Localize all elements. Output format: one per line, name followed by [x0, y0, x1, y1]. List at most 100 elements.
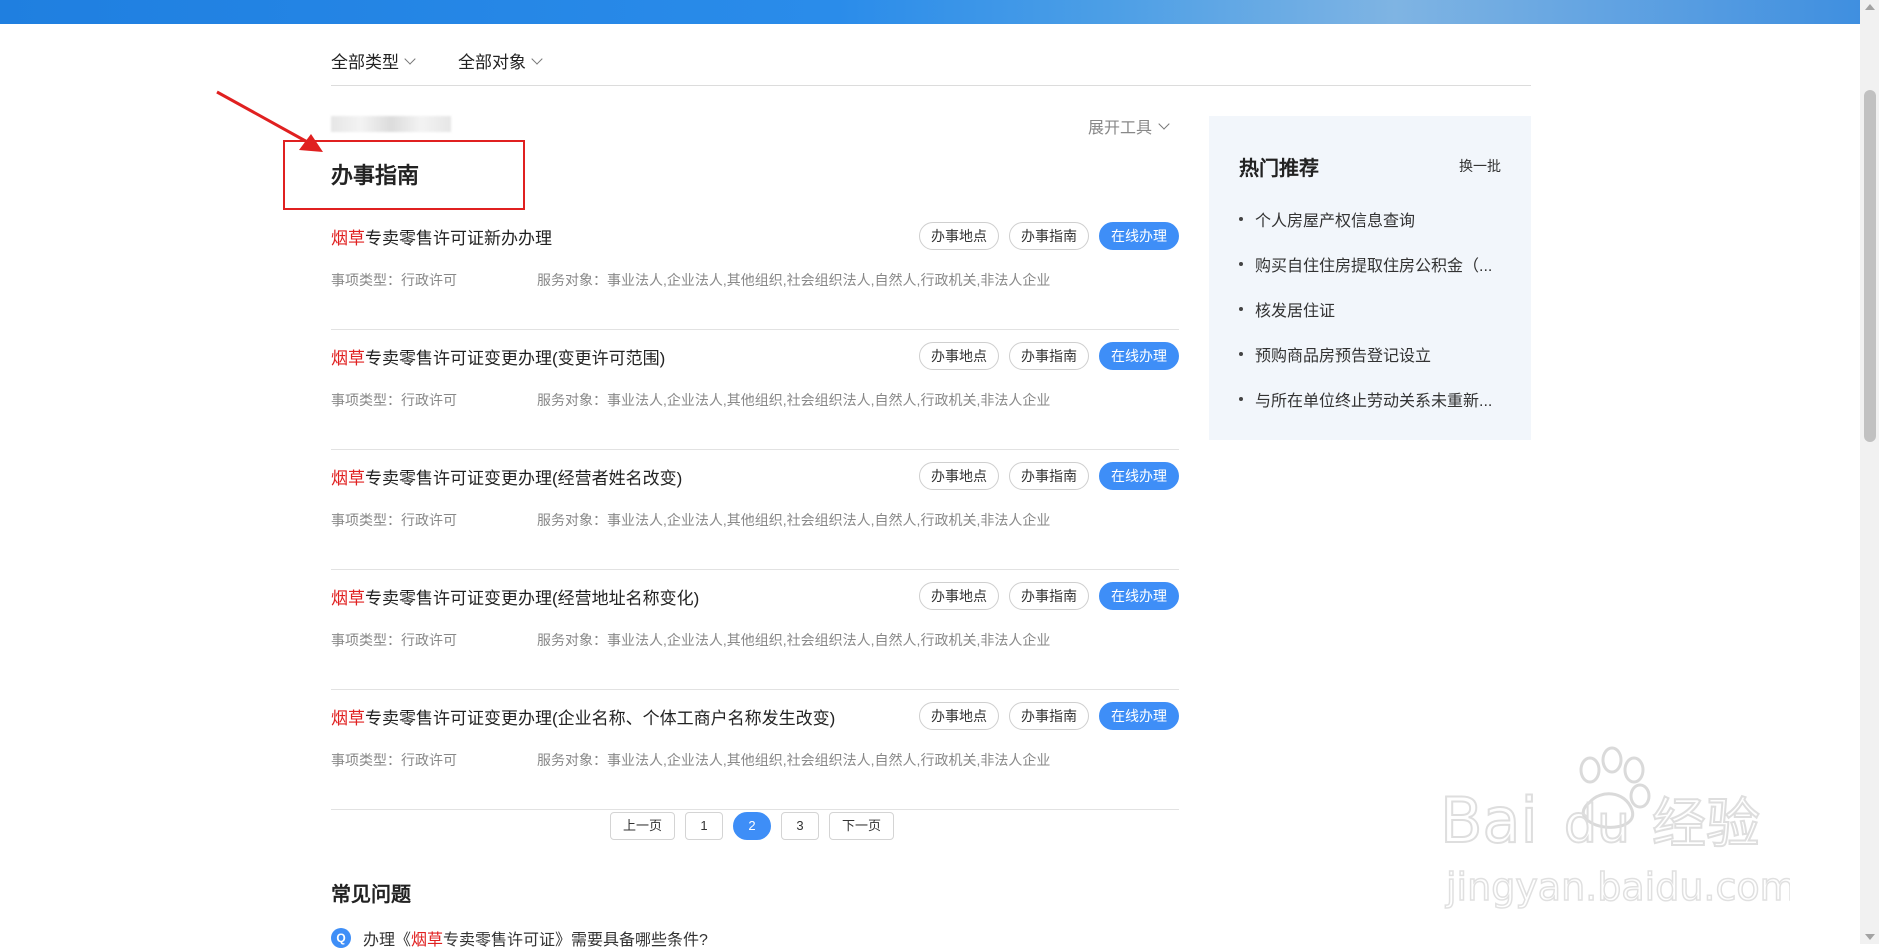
item-title-text: 专卖零售许可证变更办理(经营者姓名改变) — [365, 469, 683, 488]
item-title-text: 专卖零售许可证变更办理(经营地址名称变化) — [365, 589, 700, 608]
item-title-link[interactable]: 烟草专卖零售许可证变更办理(经营地址名称变化) — [331, 584, 699, 609]
list-item: 烟草专卖零售许可证变更办理(企业名称、个体工商户名称发生改变) 办事地点 办事指… — [331, 690, 1179, 810]
refresh-batch-button[interactable]: 换一批 — [1459, 156, 1501, 176]
item-title-link[interactable]: 烟草专卖零售许可证变更办理(变更许可范围) — [331, 344, 665, 369]
faq-prefix: 办理《 — [363, 932, 412, 949]
item-target: 服务对象：事业法人,企业法人,其他组织,社会组织法人,自然人,行政机关,非法人企… — [537, 272, 1051, 288]
item-actions: 办事地点 办事指南 在线办理 — [919, 702, 1179, 730]
bullet-icon — [1239, 396, 1243, 401]
online-apply-button[interactable]: 在线办理 — [1099, 702, 1179, 730]
online-apply-button[interactable]: 在线办理 — [1099, 462, 1179, 490]
item-keyword: 烟草 — [331, 589, 365, 608]
annotation-arrow-icon — [216, 90, 323, 152]
guide-button[interactable]: 办事指南 — [1009, 462, 1089, 490]
item-type: 事项类型：行政许可 — [331, 272, 457, 288]
watermark-brand: Bai — [1440, 784, 1538, 857]
item-type: 事项类型：行政许可 — [331, 752, 457, 768]
hot-item-text: 购买自住住房提取住房公积金（... — [1255, 257, 1493, 275]
item-title-text: 专卖零售许可证变更办理(企业名称、个体工商户名称发生改变) — [365, 709, 836, 728]
hot-recommend-panel: 热门推荐 换一批 个人房屋产权信息查询 购买自住住房提取住房公积金（... 核发… — [1209, 116, 1531, 440]
expand-tools-label: 展开工具 — [1088, 120, 1153, 137]
item-keyword: 烟草 — [331, 229, 365, 248]
item-keyword: 烟草 — [331, 709, 365, 728]
guide-button[interactable]: 办事指南 — [1009, 342, 1089, 370]
location-button[interactable]: 办事地点 — [919, 222, 999, 250]
filter-type-label: 全部类型 — [331, 53, 399, 72]
question-icon: Q — [331, 928, 351, 948]
item-keyword: 烟草 — [331, 469, 365, 488]
prev-page-button[interactable]: 上一页 — [610, 812, 676, 840]
list-item: 烟草专卖零售许可证变更办理(经营者姓名改变) 办事地点 办事指南 在线办理 事项… — [331, 450, 1179, 570]
watermark-cn: 经验 — [1652, 792, 1760, 855]
item-target: 服务对象：事业法人,企业法人,其他组织,社会组织法人,自然人,行政机关,非法人企… — [537, 512, 1051, 528]
hot-item-text: 与所在单位终止劳动关系未重新... — [1255, 392, 1493, 410]
item-type: 事项类型：行政许可 — [331, 392, 457, 408]
item-target: 服务对象：事业法人,企业法人,其他组织,社会组织法人,自然人,行政机关,非法人企… — [537, 632, 1051, 648]
online-apply-button[interactable]: 在线办理 — [1099, 222, 1179, 250]
filter-type-dropdown[interactable]: 全部类型 — [331, 48, 416, 73]
location-button[interactable]: 办事地点 — [919, 462, 999, 490]
faq-question-text: 办理《烟草专卖零售许可证》需要具备哪些条件? — [363, 926, 708, 950]
item-actions: 办事地点 办事指南 在线办理 — [919, 582, 1179, 610]
bullet-icon — [1239, 216, 1243, 221]
online-apply-button[interactable]: 在线办理 — [1099, 342, 1179, 370]
page-button-1[interactable]: 1 — [685, 812, 724, 840]
blurred-breadcrumb — [331, 116, 451, 132]
scroll-thumb[interactable] — [1864, 90, 1876, 442]
hot-list-item[interactable]: 购买自住住房提取住房公积金（... — [1239, 241, 1509, 286]
faq-keyword: 烟草 — [411, 932, 444, 949]
header-banner — [0, 0, 1860, 24]
next-page-button[interactable]: 下一页 — [829, 812, 895, 840]
bullet-icon — [1239, 261, 1243, 266]
baidu-jingyan-watermark: Bai du 经验 jingyan.baidu.com — [1440, 746, 1790, 910]
hot-item-text: 预购商品房预告登记设立 — [1255, 347, 1432, 365]
item-target: 服务对象：事业法人,企业法人,其他组织,社会组织法人,自然人,行政机关,非法人企… — [537, 752, 1051, 768]
bullet-icon — [1239, 351, 1243, 356]
hot-list-item[interactable]: 预购商品房预告登记设立 — [1239, 331, 1509, 376]
guide-button[interactable]: 办事指南 — [1009, 582, 1089, 610]
item-title-link[interactable]: 烟草专卖零售许可证新办办理 — [331, 224, 552, 249]
scroll-up-icon[interactable] — [1865, 4, 1875, 10]
page-button-2-active[interactable]: 2 — [733, 812, 772, 840]
item-title-link[interactable]: 烟草专卖零售许可证变更办理(经营者姓名改变) — [331, 464, 682, 489]
expand-tools-toggle[interactable]: 展开工具 — [1088, 114, 1170, 138]
chevron-down-icon — [531, 52, 543, 65]
hot-item-text: 核发居住证 — [1255, 302, 1336, 320]
hot-item-text: 个人房屋产权信息查询 — [1255, 212, 1416, 230]
pagination: 上一页 1 2 3 下一页 — [610, 812, 895, 840]
bullet-icon — [1239, 306, 1243, 311]
hot-list-item[interactable]: 与所在单位终止劳动关系未重新... — [1239, 376, 1509, 421]
hot-list-item[interactable]: 个人房屋产权信息查询 — [1239, 196, 1509, 241]
item-title-link[interactable]: 烟草专卖零售许可证变更办理(企业名称、个体工商户名称发生改变) — [331, 704, 835, 729]
hot-list: 个人房屋产权信息查询 购买自住住房提取住房公积金（... 核发居住证 预购商品房… — [1239, 196, 1509, 421]
scroll-down-icon[interactable] — [1865, 934, 1875, 940]
online-apply-button[interactable]: 在线办理 — [1099, 582, 1179, 610]
page-button-3[interactable]: 3 — [781, 812, 820, 840]
guide-button[interactable]: 办事指南 — [1009, 702, 1089, 730]
faq-question-link[interactable]: Q 办理《烟草专卖零售许可证》需要具备哪些条件? — [331, 926, 708, 950]
location-button[interactable]: 办事地点 — [919, 702, 999, 730]
chevron-down-icon — [1158, 118, 1170, 130]
vertical-scrollbar[interactable] — [1860, 0, 1879, 944]
guide-list: 烟草专卖零售许可证新办办理 办事地点 办事指南 在线办理 事项类型：行政许可 服… — [331, 210, 1179, 810]
location-button[interactable]: 办事地点 — [919, 582, 999, 610]
item-target: 服务对象：事业法人,企业法人,其他组织,社会组织法人,自然人,行政机关,非法人企… — [537, 392, 1051, 408]
item-type: 事项类型：行政许可 — [331, 632, 457, 648]
location-button[interactable]: 办事地点 — [919, 342, 999, 370]
list-item: 烟草专卖零售许可证新办办理 办事地点 办事指南 在线办理 事项类型：行政许可 服… — [331, 210, 1179, 330]
guide-button[interactable]: 办事指南 — [1009, 222, 1089, 250]
item-actions: 办事地点 办事指南 在线办理 — [919, 222, 1179, 250]
filter-target-dropdown[interactable]: 全部对象 — [458, 48, 543, 73]
item-keyword: 烟草 — [331, 349, 365, 368]
hot-list-item[interactable]: 核发居住证 — [1239, 286, 1509, 331]
item-title-text: 专卖零售许可证新办办理 — [365, 229, 552, 248]
watermark-brand2: du — [1564, 795, 1630, 855]
item-actions: 办事地点 办事指南 在线办理 — [919, 342, 1179, 370]
watermark-url: jingyan.baidu.com — [1445, 865, 1790, 909]
faq-title: 常见问题 — [331, 884, 411, 906]
filter-bar: 全部类型 全部对象 — [331, 40, 1531, 86]
item-title-text: 专卖零售许可证变更办理(变更许可范围) — [365, 349, 666, 368]
chevron-down-icon — [404, 52, 416, 65]
hot-title: 热门推荐 — [1239, 158, 1319, 180]
item-type: 事项类型：行政许可 — [331, 512, 457, 528]
